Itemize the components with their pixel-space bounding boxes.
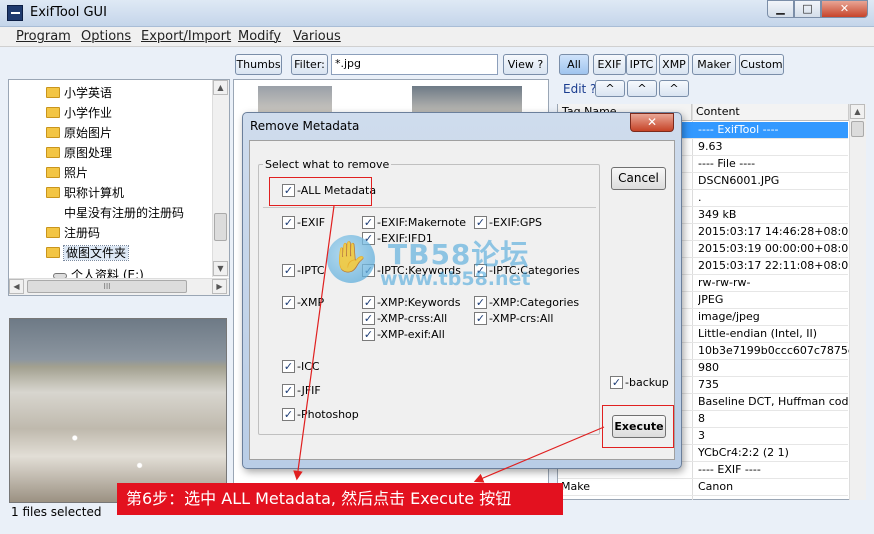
tutorial-caption: 第6步：选中 ALL Metadata, 然后点击 Execute 按钮 [117,483,563,515]
annotation-arrows [293,205,605,483]
arrow-to-caption [473,426,605,483]
arrow-to-caption [293,205,335,481]
